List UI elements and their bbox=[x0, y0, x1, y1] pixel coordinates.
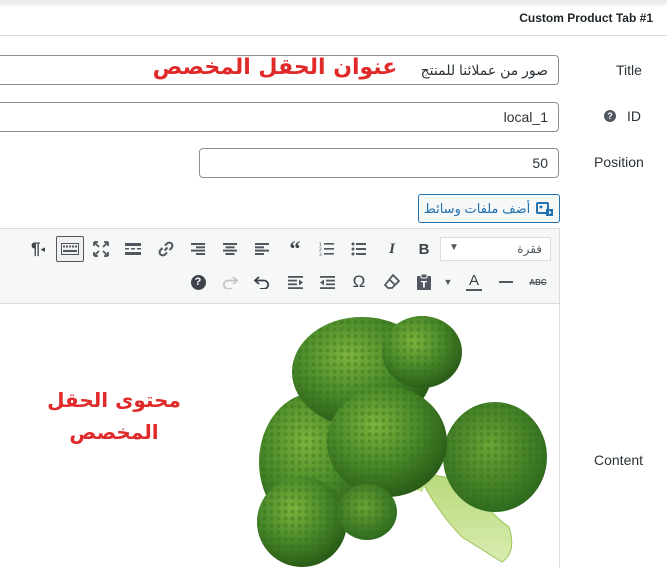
paragraph-mark-icon[interactable]: ¶ ◂ bbox=[25, 236, 51, 262]
help-icon[interactable]: ? bbox=[185, 269, 211, 295]
paste-text-icon[interactable]: T bbox=[411, 269, 437, 295]
id-input[interactable] bbox=[0, 103, 558, 131]
content-annotation-line1: محتوى الحقل bbox=[47, 388, 181, 412]
bullet-list-icon[interactable] bbox=[346, 236, 372, 262]
link-icon[interactable] bbox=[153, 236, 179, 262]
format-select-value: فقرة bbox=[517, 242, 542, 256]
panel-title: Custom Product Tab #1 bbox=[519, 11, 653, 25]
content-editor[interactable]: ▼ فقرة B I 123 “ ¶ ◂ ABC A ▼ T Ω ? محتوى… bbox=[0, 228, 560, 569]
content-annotation-line2: المخصص bbox=[69, 420, 159, 444]
align-center-icon[interactable] bbox=[217, 236, 243, 262]
bold-icon[interactable]: B bbox=[411, 236, 437, 262]
special-character-icon[interactable]: Ω bbox=[346, 269, 372, 295]
italic-icon[interactable]: I bbox=[379, 236, 405, 262]
add-media-icon bbox=[536, 201, 554, 217]
read-more-icon[interactable] bbox=[120, 236, 146, 262]
id-help-icon[interactable]: ? bbox=[604, 110, 616, 122]
title-label: Title bbox=[616, 62, 642, 78]
blockquote-icon[interactable]: “ bbox=[282, 236, 308, 262]
text-color-icon[interactable]: A bbox=[461, 269, 487, 295]
redo-icon[interactable] bbox=[217, 269, 243, 295]
horizontal-line-icon[interactable] bbox=[493, 269, 519, 295]
format-select[interactable]: ▼ فقرة bbox=[440, 237, 551, 261]
numbered-list-icon[interactable]: 123 bbox=[314, 236, 340, 262]
clear-formatting-icon[interactable] bbox=[379, 269, 405, 295]
id-label: ID bbox=[627, 108, 641, 124]
undo-icon[interactable] bbox=[249, 269, 275, 295]
text-color-dropdown-icon[interactable]: ▼ bbox=[440, 269, 456, 295]
svg-text:T: T bbox=[421, 281, 428, 291]
position-label: Position bbox=[594, 154, 644, 170]
content-label: Content bbox=[594, 452, 644, 468]
position-input[interactable] bbox=[200, 149, 558, 177]
strikethrough-icon[interactable]: ABC bbox=[525, 269, 551, 295]
title-annotation: عنوان الحقل المخصص bbox=[152, 55, 398, 80]
content-annotation: محتوى الحقل المخصص bbox=[29, 384, 199, 448]
svg-text:3: 3 bbox=[319, 252, 322, 256]
align-right-icon[interactable] bbox=[185, 236, 211, 262]
top-bar bbox=[0, 0, 667, 6]
editor-content-area[interactable]: محتوى الحقل المخصص bbox=[0, 304, 559, 569]
outdent-icon[interactable] bbox=[314, 269, 340, 295]
indent-icon[interactable] bbox=[282, 269, 308, 295]
add-media-button[interactable]: أضف ملفات وسائط bbox=[418, 194, 560, 223]
align-left-icon[interactable] bbox=[249, 236, 275, 262]
chevron-down-icon: ▼ bbox=[449, 242, 459, 253]
add-media-label: أضف ملفات وسائط bbox=[423, 200, 531, 216]
fullscreen-icon[interactable] bbox=[88, 236, 114, 262]
position-field[interactable] bbox=[199, 148, 559, 178]
id-field[interactable] bbox=[0, 102, 559, 132]
editor-toolbar: ▼ فقرة B I 123 “ ¶ ◂ ABC A ▼ T Ω ? bbox=[0, 229, 559, 304]
panel-divider bbox=[0, 35, 667, 36]
toolbar-toggle-icon[interactable] bbox=[56, 236, 84, 262]
broccoli-image bbox=[257, 316, 547, 567]
